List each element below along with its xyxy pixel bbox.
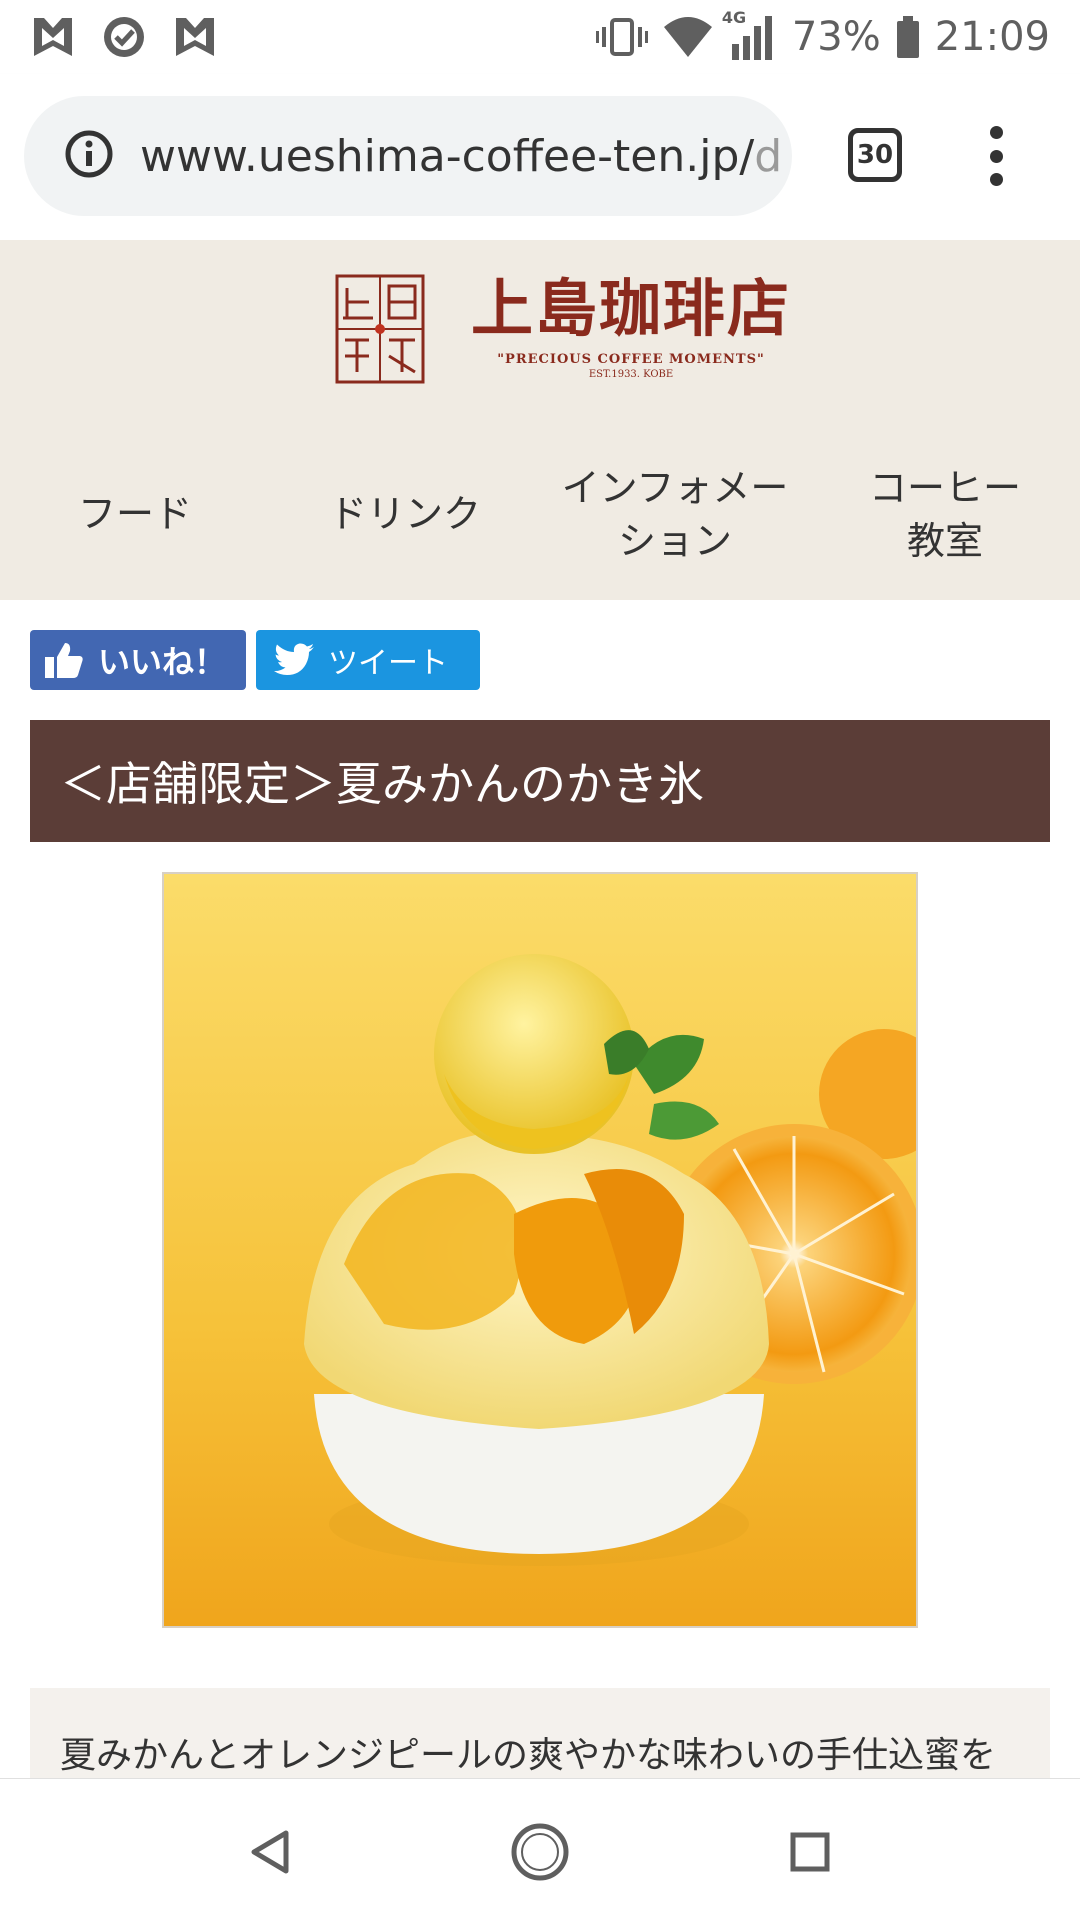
site-header: 上島珈琲店 "PRECIOUS COFFEE MOMENTS" EST.1933… bbox=[0, 240, 1080, 600]
logo-tagline: "PRECIOUS COFFEE MOMENTS" bbox=[497, 352, 765, 367]
cell-signal-icon: 4G bbox=[722, 8, 778, 62]
twitter-bird-icon bbox=[274, 643, 314, 677]
check-notification-icon bbox=[102, 15, 146, 59]
battery-percent: 73% bbox=[791, 14, 881, 60]
status-bar: 4G 73% 21:09 bbox=[0, 0, 1080, 74]
thumbs-up-icon bbox=[44, 641, 84, 679]
article-title: ＜店舗限定＞夏みかんのかき氷 bbox=[30, 720, 1050, 842]
nav-item-food[interactable]: フード bbox=[0, 450, 270, 580]
share-buttons: いいね！ ツイート bbox=[30, 630, 480, 690]
menu-dot bbox=[989, 126, 1003, 139]
recents-square-icon bbox=[790, 1832, 830, 1872]
browser-menu-button[interactable] bbox=[982, 126, 1010, 186]
product-photo bbox=[162, 872, 918, 1628]
logo-est: EST.1933. KOBE bbox=[588, 369, 674, 380]
global-nav: フード ドリンク インフォメー ション コーヒー 教室 bbox=[0, 450, 1080, 580]
android-nav-bar bbox=[0, 1778, 1080, 1921]
shield-notification-icon bbox=[30, 14, 76, 60]
url-faded: d bbox=[754, 130, 783, 182]
battery-icon bbox=[895, 14, 921, 60]
tweet-label: ツイート bbox=[328, 646, 448, 681]
nav-item-drink[interactable]: ドリンク bbox=[270, 450, 540, 580]
network-type-label: 4G bbox=[721, 8, 747, 27]
home-circle-icon bbox=[511, 1823, 569, 1881]
wifi-icon bbox=[662, 15, 714, 59]
facebook-like-button[interactable]: いいね！ bbox=[30, 630, 246, 690]
back-button[interactable] bbox=[236, 1817, 306, 1887]
shaved-ice-image bbox=[164, 874, 916, 1626]
back-triangle-icon bbox=[251, 1830, 289, 1874]
home-button[interactable] bbox=[505, 1817, 575, 1887]
shield-notification-icon-2 bbox=[172, 14, 218, 60]
browser-toolbar: www.ueshima-coffee-ten.jp/d 30 bbox=[0, 74, 1080, 240]
tab-switcher-button[interactable]: 30 bbox=[848, 128, 902, 182]
url-text[interactable]: www.ueshima-coffee-ten.jp/d bbox=[140, 131, 782, 182]
clock: 21:09 bbox=[934, 14, 1050, 60]
logo-mark-icon bbox=[335, 274, 425, 384]
logo-name: 上島珈琲店 bbox=[471, 272, 792, 345]
site-logo[interactable]: 上島珈琲店 "PRECIOUS COFFEE MOMENTS" EST.1933… bbox=[335, 274, 791, 384]
nav-item-information[interactable]: インフォメー ション bbox=[540, 450, 810, 580]
like-label: いいね！ bbox=[98, 643, 227, 681]
address-bar[interactable]: www.ueshima-coffee-ten.jp/d bbox=[24, 96, 792, 216]
menu-dot bbox=[989, 149, 1003, 163]
menu-dot bbox=[989, 173, 1003, 186]
logo-wordmark: 上島珈琲店 "PRECIOUS COFFEE MOMENTS" EST.1933… bbox=[471, 272, 792, 381]
nav-item-coffee-class[interactable]: コーヒー 教室 bbox=[810, 450, 1080, 580]
site-info-icon[interactable] bbox=[64, 129, 114, 183]
recents-button[interactable] bbox=[775, 1817, 845, 1887]
tweet-button[interactable]: ツイート bbox=[256, 630, 480, 690]
vibrate-icon bbox=[595, 14, 648, 60]
url-main: www.ueshima-coffee-ten.jp/ bbox=[140, 130, 755, 182]
